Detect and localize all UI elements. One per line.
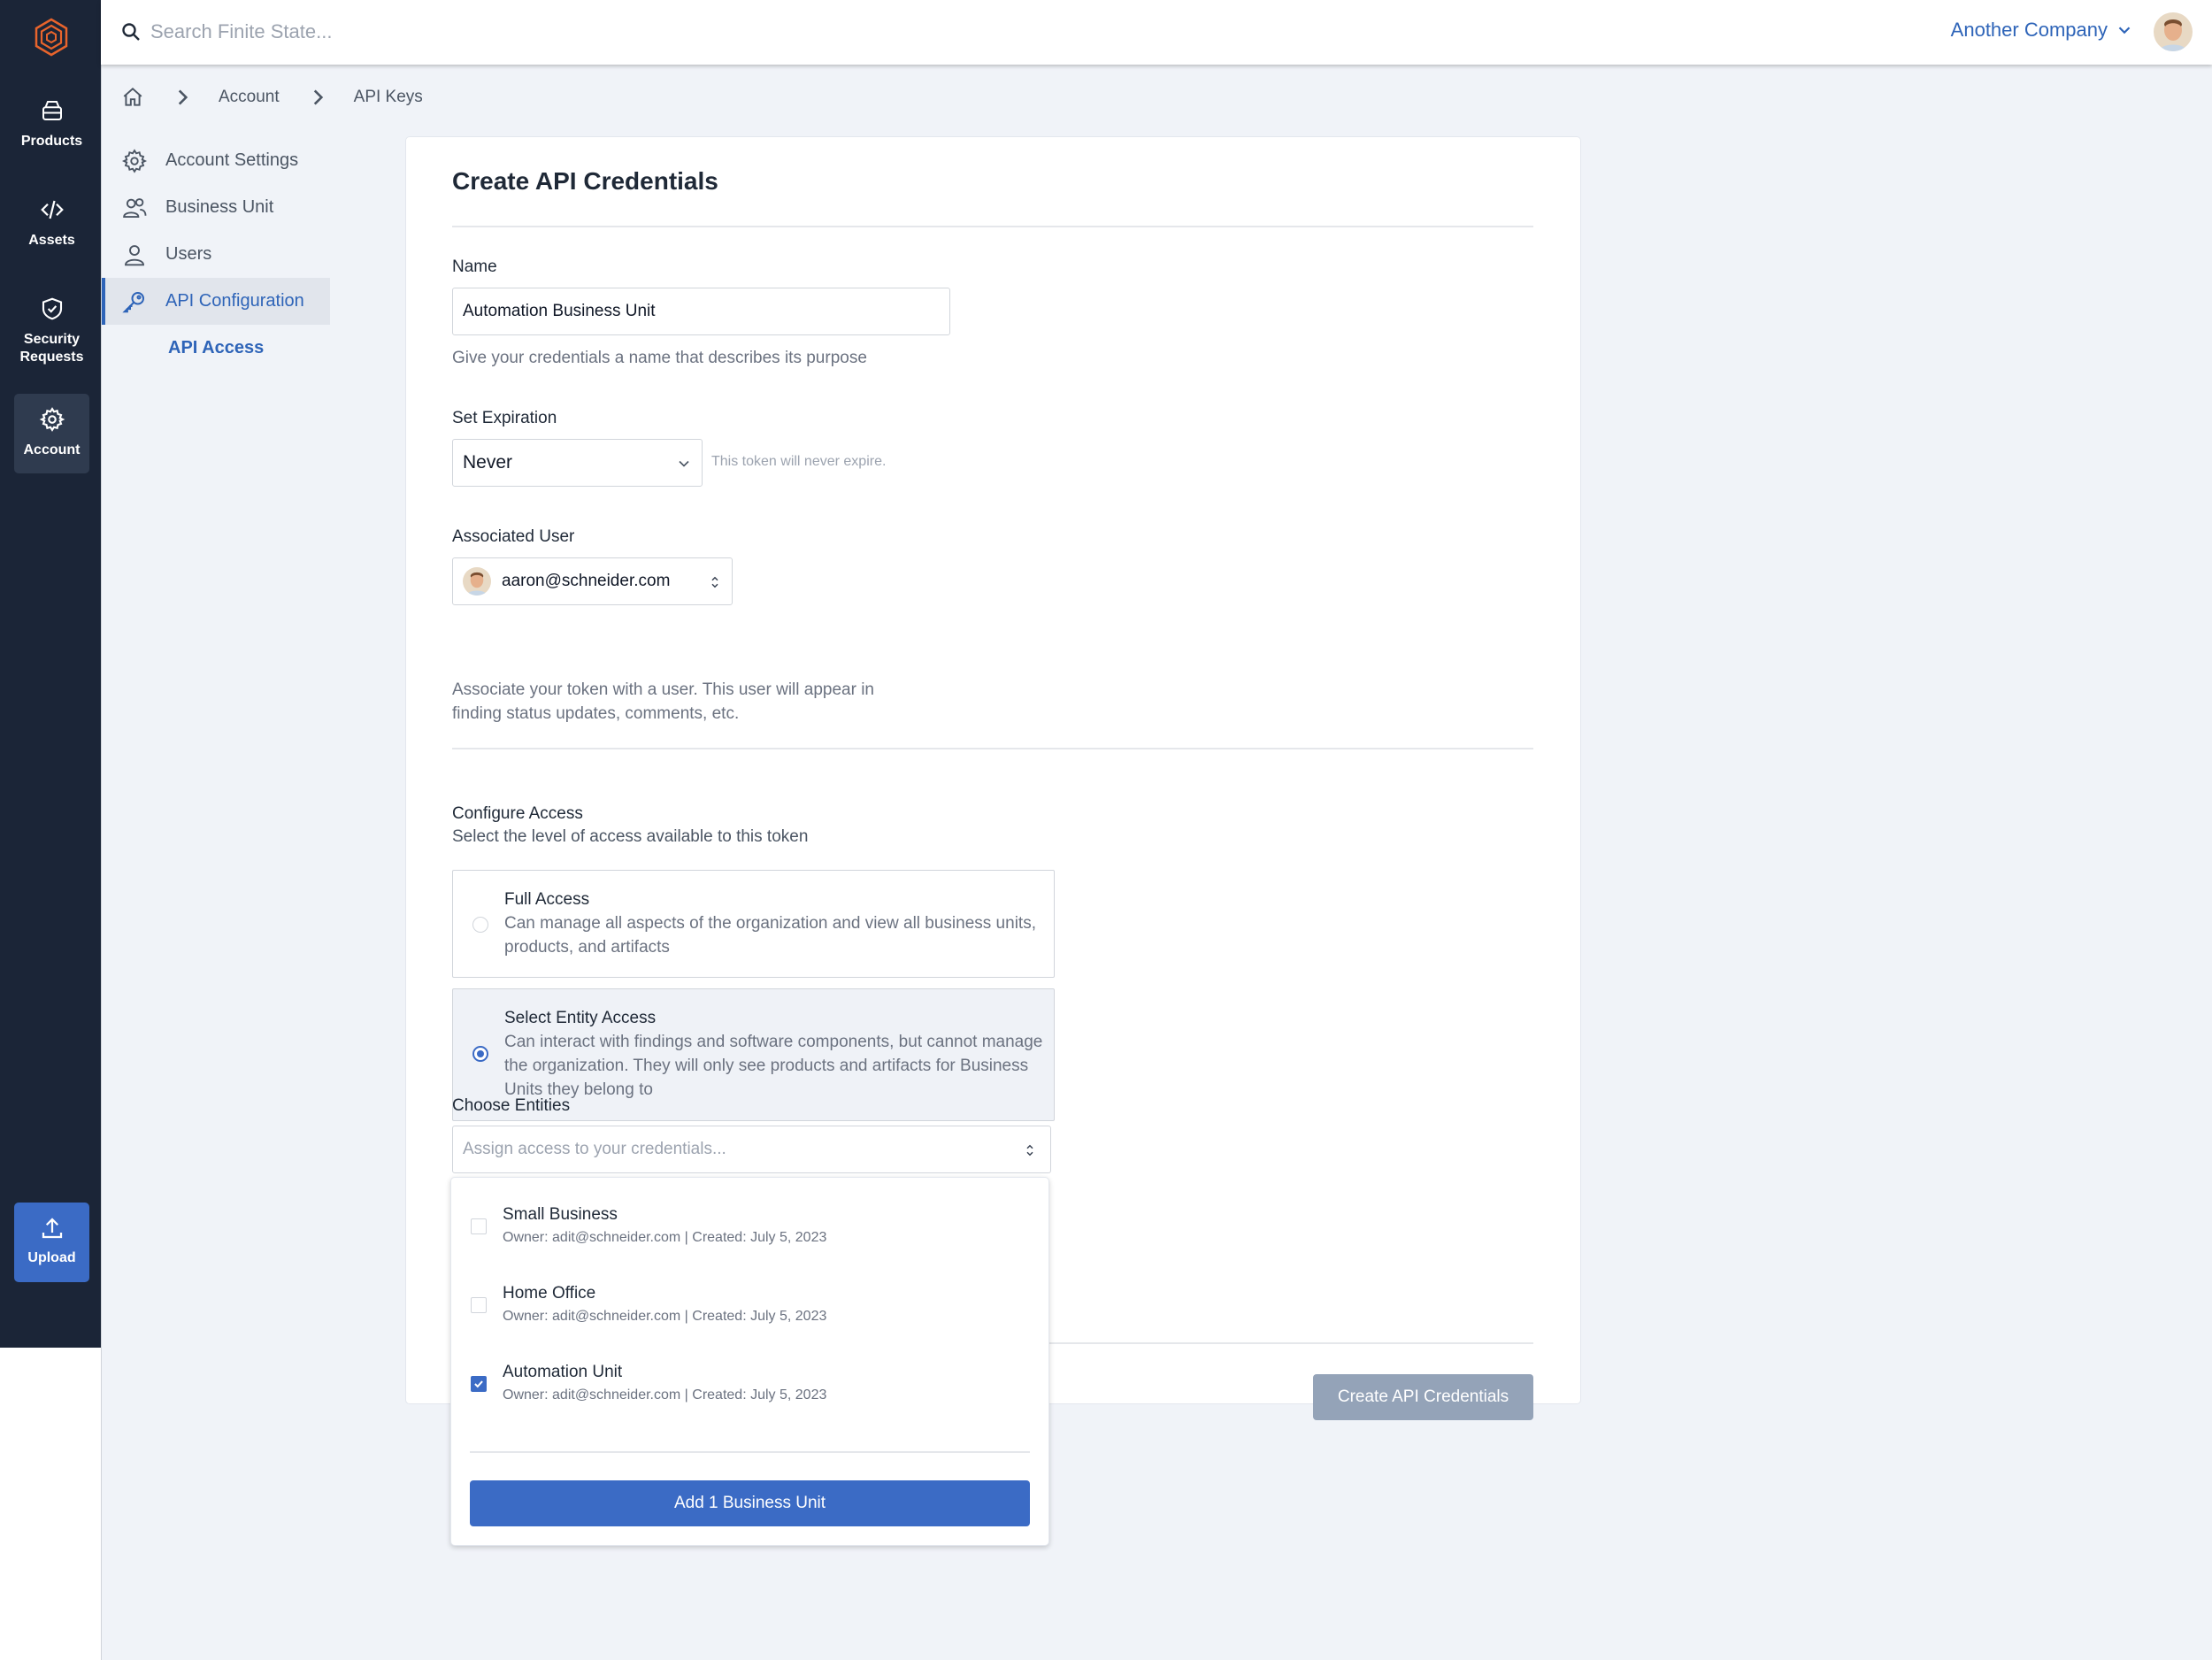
full-access-radio[interactable]	[472, 917, 488, 933]
entity-checkbox[interactable]	[471, 1218, 487, 1234]
upload-label: Upload	[27, 1250, 76, 1265]
expiration-note: This token will never expire.	[711, 454, 887, 469]
nav-account-label: Account	[23, 442, 81, 457]
chevron-down-icon	[679, 460, 689, 467]
chevron-up-down-icon	[1026, 1144, 1033, 1157]
key-icon	[122, 291, 144, 312]
choose-entities-label: Choose Entities	[452, 1096, 571, 1115]
associated-user-help-line: finding status updates, comments, etc.	[452, 704, 740, 723]
subnav-label: Account Settings	[165, 150, 299, 170]
name-label: Name	[452, 257, 497, 276]
entity-meta: Owner: adit@schneider.com | Created: Jul…	[503, 1309, 827, 1324]
entity-title: Automation Unit	[503, 1363, 623, 1381]
divider	[470, 1451, 1030, 1453]
breadcrumb: Account API Keys	[121, 86, 423, 109]
company-name: Another Company	[1950, 19, 2108, 41]
search-icon	[122, 23, 140, 41]
finite-state-logo-icon	[35, 18, 68, 57]
user-icon	[125, 244, 144, 265]
shield-check-icon	[42, 297, 62, 320]
configure-access-label: Configure Access	[452, 804, 583, 823]
chevron-right-icon	[178, 89, 188, 105]
entity-meta: Owner: adit@schneider.com | Created: Jul…	[503, 1230, 827, 1245]
checkmark-icon	[474, 1380, 483, 1388]
nav-security-requests-label: Security Requests	[19, 332, 84, 365]
page-title: Create API Credentials	[452, 167, 718, 195]
expiration-value: Never	[463, 452, 513, 473]
access-option-desc: Can manage all aspects of the organizati…	[504, 914, 1036, 957]
upload-icon	[42, 1218, 62, 1239]
nav-products[interactable]: Products	[14, 97, 89, 150]
entities-dropdown: Small Business Owner: adit@schneider.com…	[450, 1177, 1049, 1546]
main-nav-rail: Products Assets Security Requests Accoun…	[0, 0, 101, 1348]
entity-checkbox[interactable]	[471, 1297, 487, 1313]
nav-account[interactable]: Account	[14, 394, 89, 473]
list-item[interactable]: Small Business Owner: adit@schneider.com…	[451, 1195, 1050, 1266]
avatar-image-icon	[2154, 12, 2193, 51]
subnav-label: API Configuration	[165, 291, 304, 311]
upload-button[interactable]: Upload	[14, 1203, 89, 1282]
entities-placeholder: Assign access to your credentials...	[463, 1140, 726, 1158]
chevron-up-down-icon	[711, 576, 718, 588]
chevron-right-icon	[313, 89, 323, 105]
divider	[452, 748, 1533, 749]
entity-checkbox[interactable]	[471, 1376, 487, 1392]
avatar	[463, 567, 491, 596]
user-avatar[interactable]	[2154, 12, 2193, 51]
subnav-label: Business Unit	[165, 197, 274, 217]
select-entity-radio[interactable]	[472, 1046, 488, 1062]
nav-assets-label: Assets	[28, 233, 75, 248]
account-subnav: Account Settings Business Unit Users API…	[102, 137, 330, 372]
company-switcher[interactable]: Another Company	[1951, 19, 2134, 42]
list-item[interactable]: Home Office Owner: adit@schneider.com | …	[451, 1274, 1050, 1345]
expiration-select[interactable]: Never	[452, 439, 703, 487]
list-item[interactable]: Automation Unit Owner: adit@schneider.co…	[451, 1353, 1050, 1424]
divider	[452, 226, 1533, 227]
entities-select[interactable]: Assign access to your credentials...	[452, 1126, 1051, 1173]
breadcrumb-api-keys[interactable]: API Keys	[354, 88, 423, 107]
configure-access-help: Select the level of access available to …	[452, 827, 809, 846]
subnav-business-unit[interactable]: Business Unit	[102, 184, 330, 231]
chevron-down-icon	[2118, 27, 2131, 35]
package-icon	[42, 101, 62, 120]
nav-security-requests[interactable]: Security Requests	[14, 296, 89, 366]
add-business-unit-button[interactable]: Add 1 Business Unit	[470, 1480, 1030, 1526]
access-option-title: Full Access	[504, 890, 590, 909]
associated-user-help: Associate your token with a user. This u…	[452, 678, 874, 726]
search-input[interactable]	[150, 14, 770, 50]
nav-products-label: Products	[20, 134, 83, 149]
associated-user-select[interactable]: aaron@schneider.com	[452, 557, 733, 605]
name-help-text: Give your credentials a name that descri…	[452, 349, 867, 367]
access-option-title: Select Entity Access	[504, 1009, 657, 1027]
avatar-image-icon	[463, 567, 491, 596]
entity-title: Small Business	[503, 1205, 618, 1224]
associated-user-value: aaron@schneider.com	[502, 572, 671, 590]
users-icon	[123, 197, 147, 218]
nav-assets[interactable]: Assets	[14, 196, 89, 250]
subnav-users[interactable]: Users	[102, 231, 330, 278]
subnav-api-configuration[interactable]: API Configuration	[102, 278, 330, 325]
gear-icon	[39, 407, 65, 432]
name-input[interactable]	[452, 288, 950, 335]
gear-icon	[121, 148, 148, 173]
associated-user-help-line: Associate your token with a user. This u…	[452, 680, 874, 699]
access-option-desc: Can interact with findings and software …	[504, 1033, 1043, 1099]
main-content: Account API Keys Account Settings Busine…	[101, 65, 2212, 1660]
expiration-label: Set Expiration	[452, 409, 557, 427]
create-api-credentials-button[interactable]: Create API Credentials	[1313, 1374, 1533, 1420]
access-option-full[interactable]: Full Access Can manage all aspects of th…	[452, 870, 1055, 978]
entity-meta: Owner: adit@schneider.com | Created: Jul…	[503, 1387, 827, 1403]
entity-title: Home Office	[503, 1284, 596, 1303]
subnav-account-settings[interactable]: Account Settings	[102, 137, 330, 184]
breadcrumb-account[interactable]: Account	[219, 88, 280, 107]
subnav-api-access[interactable]: API Access	[102, 325, 330, 372]
top-bar: Another Company	[101, 0, 2212, 65]
code-icon	[40, 200, 64, 219]
associated-user-label: Associated User	[452, 527, 575, 546]
home-icon[interactable]	[121, 86, 144, 109]
subnav-label: Users	[165, 244, 212, 264]
